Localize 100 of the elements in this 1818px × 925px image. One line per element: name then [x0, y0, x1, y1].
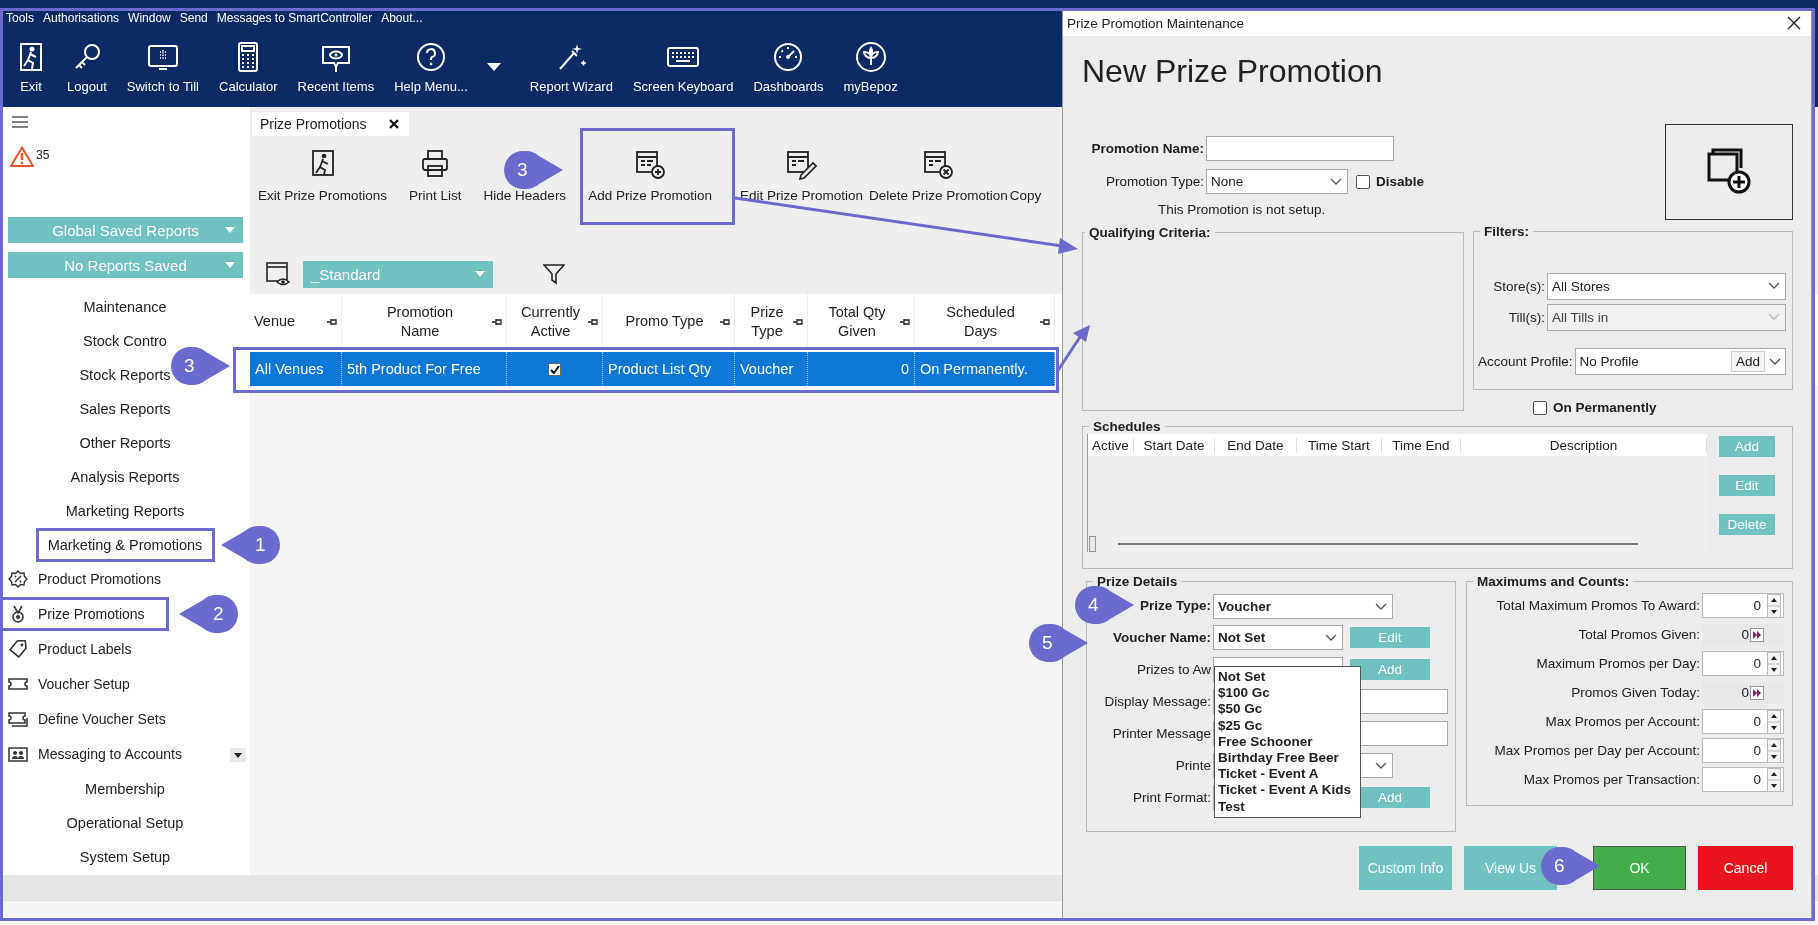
column-header[interactable]: Active	[1088, 437, 1134, 453]
number-field[interactable]: 0	[1702, 767, 1784, 792]
column-header[interactable]: Time Start	[1297, 437, 1382, 453]
dropdown-field[interactable]: Not Set	[1213, 624, 1343, 650]
action-button[interactable]: Delete Prize Promotion	[869, 148, 1008, 203]
table-row[interactable]: All Venues 5th Product For Free Product List Qty Voucher 0 On Permanently.	[250, 352, 1055, 386]
dropdown-option[interactable]: Birthday Free Beer	[1218, 750, 1357, 767]
action-button[interactable]: Add Prize Promotion	[588, 148, 712, 203]
toolbar-button[interactable]: Logout	[58, 40, 116, 94]
column-header[interactable]: End Date	[1215, 437, 1297, 453]
nav-item[interactable]: Sales Reports	[79, 398, 171, 420]
view-icon	[265, 261, 291, 287]
table-cell: 5th Product For Free	[347, 361, 481, 377]
nav-item[interactable]: Prize Promotions	[0, 602, 145, 626]
nav-item[interactable]: Maintenance	[83, 296, 167, 318]
nav-item[interactable]: Product Labels	[0, 637, 132, 661]
menu-item[interactable]: Messages to SmartController	[216, 11, 373, 25]
field-label: Max Promos per Account:	[1545, 714, 1700, 729]
field-label: Promotion Type:	[1104, 174, 1204, 189]
nav-item[interactable]: Voucher Setup	[0, 672, 130, 696]
checkbox[interactable]	[1533, 400, 1547, 415]
column-header[interactable]: Promo Type	[625, 312, 704, 331]
dropdown-option[interactable]: Free Schooner	[1218, 733, 1357, 750]
close-icon	[388, 119, 399, 129]
warning-icon	[10, 146, 34, 167]
number-field[interactable]: 0	[1702, 593, 1784, 618]
nav-item[interactable]: Messaging to Accounts	[0, 742, 182, 766]
toolbar-button[interactable]: myBepoz	[834, 40, 907, 94]
dropdown-field[interactable]: No Profile	[1579, 354, 1727, 369]
checkbox-label: On Permanently	[1553, 400, 1657, 415]
column-header[interactable]: Total Qty Given	[817, 302, 897, 341]
checkbox[interactable]	[548, 362, 561, 376]
percent-badge-icon	[8, 570, 28, 588]
dropdown-option[interactable]: $25 Gc	[1218, 717, 1357, 734]
menu-item[interactable]: Authorisations	[43, 11, 120, 25]
filter-icon	[543, 263, 565, 285]
add-button[interactable]: Add	[1730, 351, 1765, 372]
tag-icon	[8, 640, 28, 658]
dialog-button[interactable]: Cancel	[1698, 846, 1793, 890]
help-icon	[415, 40, 447, 73]
column-header[interactable]: Description	[1461, 437, 1707, 453]
column-header[interactable]: Start Date	[1134, 437, 1215, 453]
nav-item[interactable]: Marketing Reports	[65, 500, 185, 522]
menu-item[interactable]: Tools	[6, 11, 34, 25]
column-header[interactable]: Time End	[1382, 437, 1461, 453]
chevron-down-icon	[1768, 313, 1780, 320]
form-delete-icon	[922, 148, 955, 180]
menu-item[interactable]: About...	[381, 11, 423, 25]
field-label: Printe	[1175, 757, 1211, 773]
spin-arrows-icon	[1767, 593, 1781, 618]
toolbar-button[interactable]: Switch to Till	[117, 40, 208, 94]
dropdown-option[interactable]: $100 Gc	[1218, 685, 1357, 702]
fast-forward-icon	[1750, 685, 1764, 700]
column-header[interactable]: Prize Type	[739, 302, 795, 341]
toolbar-button[interactable]: Dashboards	[744, 40, 833, 94]
column-header[interactable]: Currently Active	[511, 302, 590, 341]
action-button[interactable]: Exit Prize Promotions	[258, 148, 388, 203]
readout-field: 0	[1702, 623, 1784, 646]
nav-item[interactable]: Operational Setup	[66, 812, 184, 834]
spin-arrows-icon	[1767, 738, 1781, 763]
field-label: Till(s):	[1507, 310, 1545, 325]
nav-item[interactable]: Marketing & Promotions	[47, 534, 203, 556]
nav-item[interactable]: System Setup	[79, 846, 171, 868]
toolbar-button[interactable]: Calculator	[210, 40, 287, 94]
column-header[interactable]: Promotion Name	[380, 302, 460, 341]
toolbar-button[interactable]: Report Wizard	[520, 40, 622, 94]
toolbar-button[interactable]: Help Menu...	[385, 40, 477, 94]
nav-item[interactable]: Other Reports	[79, 432, 171, 454]
toolbar-button[interactable]: Screen Keyboard	[623, 40, 743, 94]
toolbar-button[interactable]: Recent Items	[288, 40, 384, 94]
nav-item[interactable]: Analysis Reports	[70, 466, 180, 488]
dropdown-option[interactable]: $50 Gc	[1218, 701, 1357, 718]
chevron-down-icon	[1325, 633, 1337, 641]
number-field[interactable]: 0	[1702, 651, 1784, 676]
action-button[interactable]: Print List	[409, 148, 462, 203]
menu-item[interactable]: Window	[128, 11, 171, 25]
table-cell: All Venues	[255, 361, 324, 377]
checkbox[interactable]	[1356, 174, 1370, 189]
nav-item[interactable]: Product Promotions	[0, 567, 161, 591]
nav-item[interactable]: Stock Contro	[83, 330, 167, 352]
dropdown-option[interactable]: Ticket - Event A	[1218, 766, 1357, 783]
field-label: Voucher Name:	[1112, 629, 1211, 645]
nav-item[interactable]: Stock Reports	[79, 364, 171, 386]
number-field[interactable]: 0	[1702, 738, 1784, 763]
dropdown-field[interactable]: None	[1206, 169, 1348, 194]
input-field[interactable]	[1206, 136, 1394, 161]
caret-icon	[225, 227, 235, 233]
toolbar-button[interactable]: Exit	[6, 40, 56, 94]
nav-item[interactable]: Membership	[85, 778, 165, 800]
nav-item[interactable]: Define Voucher Sets	[0, 707, 166, 731]
column-header[interactable]: Scheduled Days	[940, 302, 1021, 341]
dropdown-field[interactable]: All Stores	[1547, 273, 1786, 300]
number-field[interactable]: 0	[1702, 709, 1784, 734]
pin-icon	[793, 318, 803, 326]
document-tab[interactable]: Prize Promotions	[252, 112, 409, 136]
column-header[interactable]: Venue	[254, 312, 296, 331]
menu-item[interactable]: Send	[179, 11, 208, 25]
action-button[interactable]: Copy	[1009, 188, 1042, 203]
contact-card-icon	[8, 745, 28, 763]
dropdown-field[interactable]: Voucher	[1213, 593, 1393, 619]
